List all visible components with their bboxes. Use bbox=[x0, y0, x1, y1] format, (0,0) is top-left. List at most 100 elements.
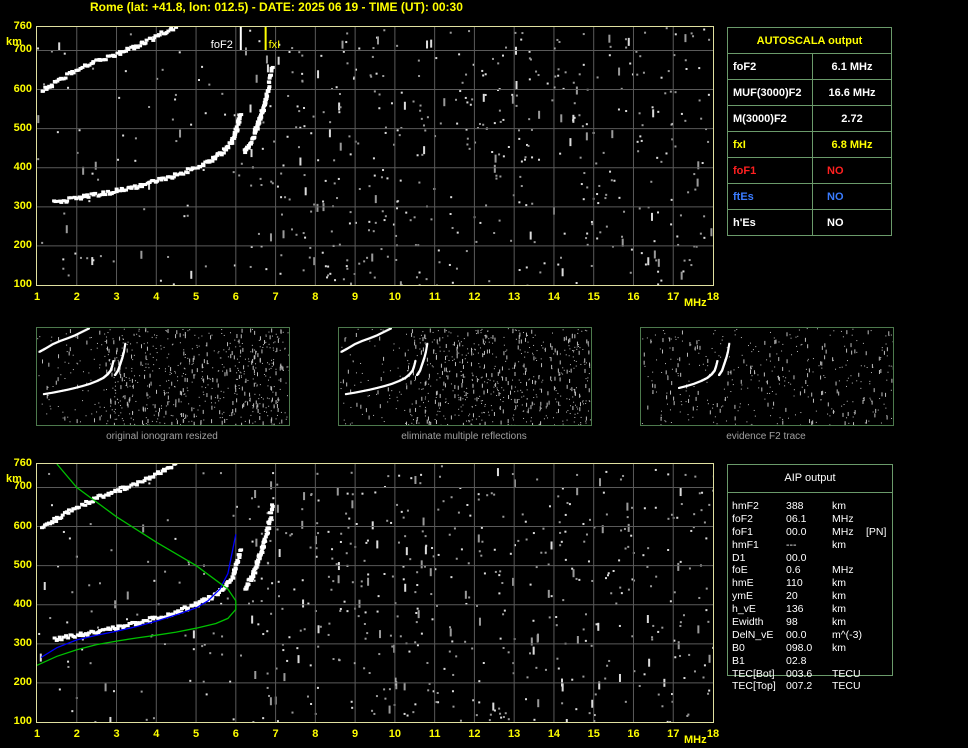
autoscala-row: ftEs NO bbox=[727, 183, 892, 210]
y-tick-label: 600 bbox=[13, 82, 32, 95]
aip-unit: km bbox=[832, 641, 846, 654]
y-tick-label: 600 bbox=[13, 519, 32, 532]
autoscala-row: fxI 6.8 MHz bbox=[727, 131, 892, 158]
aip-param: foF2 bbox=[732, 512, 754, 525]
x-tick-label: 14 bbox=[547, 291, 561, 303]
aip-param: Ewidth bbox=[732, 616, 764, 629]
aip-value: 110 bbox=[786, 577, 803, 590]
aip-value: 136 bbox=[786, 603, 804, 616]
x-axis-unit-bottom: MHz bbox=[684, 734, 707, 746]
noise-speckles bbox=[37, 27, 713, 286]
y-tick-label: 760 bbox=[13, 457, 32, 469]
aip-row: hmF2 388 km bbox=[732, 500, 932, 513]
x-tick-label: 2 bbox=[73, 728, 80, 740]
aip-parameter-list: hmF2 388 km foF2 06.1 MHz foF1 00.0 MHz [PN] hmF1 -… bbox=[732, 500, 932, 693]
thumbnail-original bbox=[36, 327, 290, 429]
noise-speckles bbox=[38, 465, 714, 723]
page-title: Rome (lat: +41.8, lon: 012.5) - DATE: 20… bbox=[90, 0, 463, 14]
autoscala-param-label: ftEs bbox=[727, 183, 813, 210]
x-tick-label: 10 bbox=[388, 728, 401, 740]
x-tick-label: 16 bbox=[627, 728, 640, 740]
x-tick-label: 13 bbox=[508, 728, 521, 740]
aip-param: B0 bbox=[732, 641, 745, 654]
aip-row: foF1 00.0 MHz [PN] bbox=[732, 526, 932, 539]
aip-param: B1 bbox=[732, 654, 745, 667]
aip-unit: MHz bbox=[832, 564, 854, 577]
x-tick-label: 7 bbox=[272, 728, 279, 740]
aip-row: hmE 110 km bbox=[732, 577, 932, 590]
y-tick-label: 700 bbox=[13, 43, 32, 56]
grid bbox=[36, 463, 714, 723]
aip-unit: km bbox=[832, 500, 846, 512]
x-tick-label: 3 bbox=[113, 728, 120, 740]
x-tick-label: 9 bbox=[352, 291, 359, 303]
x-tick-label: 2 bbox=[73, 291, 80, 303]
y-tick-label: 200 bbox=[13, 675, 32, 688]
fof2-marker bbox=[239, 26, 242, 50]
aip-unit: TECU bbox=[832, 667, 861, 680]
aip-row: Ewidth 98 km bbox=[732, 616, 932, 629]
autoscala-param-value: 16.6 MHz bbox=[812, 79, 892, 106]
aip-param: TEC[Top] bbox=[732, 680, 776, 693]
fxi-marker bbox=[264, 26, 267, 50]
aip-value: 388 bbox=[786, 500, 804, 512]
x-tick-label: 8 bbox=[312, 291, 319, 303]
x-tick-label: 1 bbox=[33, 291, 41, 303]
plot-frame bbox=[36, 26, 714, 286]
x-tick-label: 12 bbox=[468, 291, 481, 303]
y-tick-label: 760 bbox=[13, 20, 32, 32]
aip-unit: km bbox=[832, 577, 846, 590]
aip-row: DelN_vE 00.0 m^(-3) bbox=[732, 629, 932, 642]
autoscala-row: h'Es NO bbox=[727, 209, 892, 236]
trace-f2-extraordinary-trace bbox=[242, 65, 275, 155]
autoscala-param-label: fxI bbox=[727, 131, 813, 158]
aip-param: DelN_vE bbox=[732, 628, 774, 641]
x-tick-label: 4 bbox=[153, 291, 160, 303]
y-tick-label: 400 bbox=[13, 160, 32, 173]
x-tick-label: 5 bbox=[192, 291, 200, 303]
autoscala-row: foF2 6.1 MHz bbox=[727, 53, 892, 80]
x-tick-label: 16 bbox=[627, 291, 640, 303]
aip-unit: km bbox=[832, 590, 846, 603]
aip-row: B0 098.0 km bbox=[732, 642, 932, 655]
aip-value: 007.2 bbox=[786, 680, 813, 693]
autoscala-param-label: h'Es bbox=[727, 209, 813, 236]
trace-f2-ordinary-trace bbox=[52, 113, 244, 204]
x-tick-label: 10 bbox=[388, 291, 401, 303]
thumbnail-caption: evidence F2 trace bbox=[726, 431, 806, 442]
aip-row: B1 02.8 bbox=[732, 655, 932, 668]
aip-param: ymE bbox=[732, 590, 753, 603]
autoscala-param-label: MUF(3000)F2 bbox=[727, 79, 813, 106]
x-tick-label: 12 bbox=[468, 728, 481, 740]
aip-value: 003.6 bbox=[786, 667, 813, 680]
aip-value: 00.0 bbox=[786, 551, 807, 564]
x-tick-label: 4 bbox=[153, 728, 160, 740]
aip-param: hmE bbox=[732, 577, 754, 590]
aip-row: TEC[Bot] 003.6 TECU bbox=[732, 668, 932, 681]
autoscala-param-value: 2.72 bbox=[812, 105, 892, 132]
aip-value: 20 bbox=[786, 590, 798, 603]
x-tick-label: 13 bbox=[508, 291, 521, 303]
aip-row: h_vE 136 km bbox=[732, 603, 932, 616]
thumbnail-caption: eliminate multiple reflections bbox=[401, 431, 527, 442]
aip-row: ymE 20 km bbox=[732, 590, 932, 603]
aip-param: foE bbox=[732, 564, 748, 577]
aip-param: foF1 bbox=[732, 525, 754, 538]
aip-row: foF2 06.1 MHz bbox=[732, 513, 932, 526]
aip-value: 098.0 bbox=[786, 641, 813, 654]
aip-param: hmF2 bbox=[732, 500, 759, 512]
x-tick-label: 9 bbox=[352, 728, 359, 740]
y-tick-label: 100 bbox=[13, 715, 32, 727]
y-tick-label: 400 bbox=[13, 597, 32, 610]
x-tick-label: 6 bbox=[232, 728, 239, 740]
x-tick-label: 17 bbox=[667, 728, 680, 740]
aip-row: hmF1 --- km bbox=[732, 539, 932, 552]
x-tick-label: 17 bbox=[667, 291, 680, 303]
autoscala-param-value: NO bbox=[812, 157, 892, 184]
thumbnail-no-multiples bbox=[338, 327, 592, 429]
autoscala-param-label: foF1 bbox=[727, 157, 813, 184]
autoscala-title: AUTOSCALA output bbox=[727, 27, 892, 54]
thumbnail-f2-trace bbox=[640, 327, 894, 429]
aip-param: D1 bbox=[732, 551, 746, 564]
aip-row: TEC[Top] 007.2 TECU bbox=[732, 680, 932, 693]
